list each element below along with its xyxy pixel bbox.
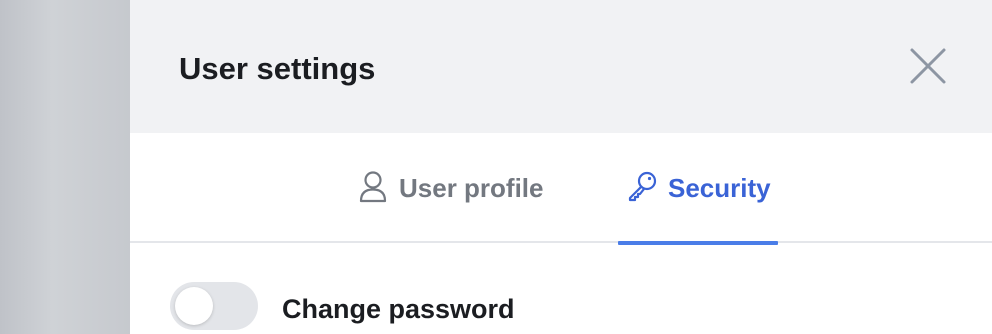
tab-user-profile-label: User profile [399, 173, 544, 203]
page-backdrop [0, 0, 130, 334]
key-icon [626, 170, 658, 207]
user-settings-dialog: User settings User profile Security Chan… [130, 0, 992, 334]
toggle-knob [175, 287, 213, 325]
dialog-header: User settings [130, 0, 992, 133]
user-icon [358, 170, 388, 209]
settings-tabs: User profile Security [130, 133, 992, 245]
change-password-row: Change password [170, 278, 770, 334]
tab-security-label: Security [668, 173, 771, 203]
change-password-toggle[interactable] [170, 282, 258, 330]
change-password-label: Change password [282, 294, 515, 324]
close-button[interactable] [904, 42, 952, 90]
tab-security[interactable]: Security [618, 133, 778, 245]
close-icon [910, 48, 946, 84]
tab-user-profile[interactable]: User profile [350, 133, 550, 243]
active-tab-indicator [618, 241, 778, 245]
dialog-title: User settings [179, 51, 376, 86]
